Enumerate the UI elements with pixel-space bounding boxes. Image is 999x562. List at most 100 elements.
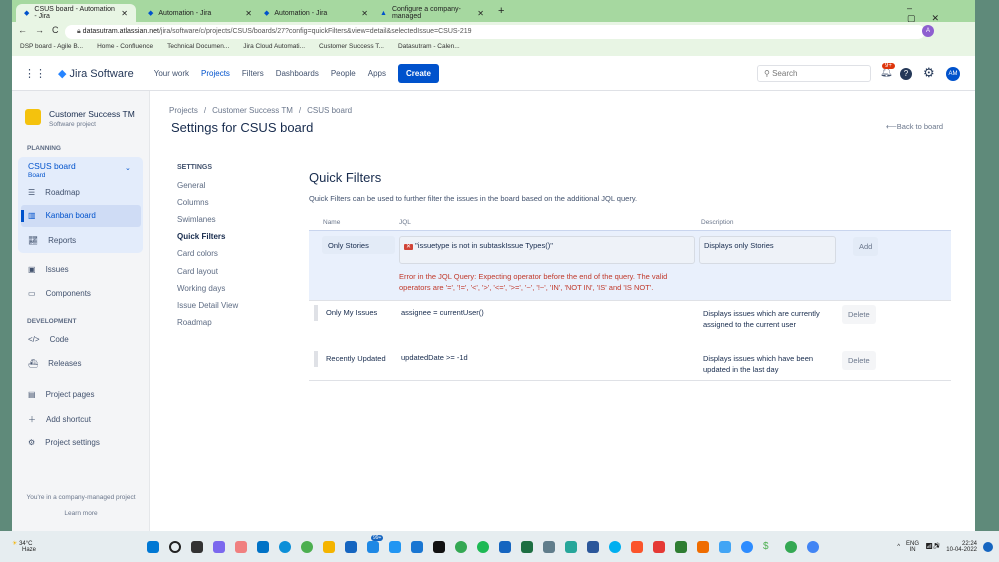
app-icon[interactable] (719, 540, 731, 553)
back-to-board-link[interactable]: ⟵Back to board (886, 122, 943, 131)
window-controls[interactable]: –▢✕ (907, 3, 975, 24)
create-button[interactable]: Create (398, 64, 439, 83)
sidebar-item-project-pages[interactable]: ▤ Project pages (28, 390, 94, 399)
settings-working-days[interactable]: Working days (177, 284, 225, 293)
project-name[interactable]: Customer Success TM (49, 109, 135, 119)
tab-automation-2[interactable]: ◆ Automation - Jira ✕ (256, 4, 376, 22)
app-icon[interactable] (389, 540, 401, 553)
calculator-icon[interactable] (543, 540, 555, 553)
nav-projects[interactable]: Projects (201, 69, 230, 78)
settings-quick-filters[interactable]: Quick Filters (177, 232, 225, 241)
app-icon[interactable] (653, 540, 665, 553)
chrome-icon[interactable] (785, 540, 797, 553)
breadcrumb-projects[interactable]: Projects (169, 106, 198, 115)
settings-columns[interactable]: Columns (177, 198, 209, 207)
clock[interactable]: 22:24 10-04-2022 (946, 541, 977, 553)
bookmark[interactable]: DSP board - Agile B... (20, 43, 83, 54)
profile-avatar[interactable]: A (922, 25, 934, 37)
sidebar-item-issues[interactable]: ▣ Issues (28, 265, 69, 274)
sidebar-item-code[interactable]: </> Code (28, 335, 69, 344)
chevron-down-icon[interactable]: ⌄ (125, 164, 131, 172)
spotify-icon[interactable] (477, 540, 489, 553)
filter-name-input[interactable]: Only Stories (322, 236, 395, 254)
wifi-volume-battery-icons[interactable]: 📶︎🔊︎ (925, 543, 940, 550)
app-icon[interactable] (213, 540, 225, 553)
word-icon[interactable] (587, 540, 599, 553)
breadcrumb-board[interactable]: CSUS board (307, 106, 352, 115)
bookmark[interactable]: Home - Confluence (97, 43, 153, 54)
search-input[interactable]: ⚲ Search (757, 65, 871, 82)
sidebar-item-components[interactable]: ▭ Components (28, 289, 91, 298)
tab-csus-board[interactable]: ◆ CSUS board - Automation - Jira ✕ (16, 4, 136, 22)
settings-roadmap[interactable]: Roadmap (177, 318, 212, 327)
sidebar-item-reports[interactable]: 📈︎ Reports (28, 236, 76, 245)
settings-swimlanes[interactable]: Swimlanes (177, 215, 216, 224)
tab-configure[interactable]: ▲ Configure a company-managed ✕ (372, 4, 492, 22)
edge-icon[interactable] (279, 540, 291, 553)
outlook-icon[interactable] (257, 540, 269, 553)
bookmark[interactable]: Datasutram - Calen... (398, 43, 460, 54)
nav-dashboards[interactable]: Dashboards (276, 69, 319, 78)
tab-automation-1[interactable]: ◆ Automation - Jira ✕ (140, 4, 260, 22)
app-icon[interactable] (499, 540, 511, 553)
zoom-icon[interactable] (741, 540, 753, 553)
drag-handle[interactable] (314, 351, 318, 367)
chrome-icon[interactable] (455, 540, 467, 553)
app-switcher-icon[interactable]: ⋮⋮ (24, 67, 46, 80)
app-icon[interactable]: $ (763, 541, 775, 553)
breadcrumb-project[interactable]: Customer Success TM (212, 106, 293, 115)
app-icon[interactable] (697, 540, 709, 553)
app-icon[interactable] (565, 540, 577, 553)
chevron-up-icon[interactable]: ^ (897, 544, 900, 550)
add-button[interactable]: Add (853, 237, 879, 256)
drag-handle[interactable] (314, 305, 318, 321)
sidebar-item-project-settings[interactable]: ⚙ Project settings (28, 438, 100, 447)
app-icon[interactable] (411, 540, 423, 553)
app-icon[interactable] (191, 540, 203, 553)
excel-icon[interactable] (521, 540, 533, 553)
jira-logo[interactable]: ◆ Jira Software (58, 67, 134, 80)
start-icon[interactable] (147, 540, 159, 553)
brave-icon[interactable] (631, 540, 643, 553)
nav-filters[interactable]: Filters (242, 69, 264, 78)
close-icon[interactable]: ✕ (121, 9, 128, 18)
nav-your-work[interactable]: Your work (154, 69, 189, 78)
app-icon[interactable] (235, 540, 247, 553)
settings-general[interactable]: General (177, 181, 205, 190)
help-icon[interactable]: ? (900, 68, 912, 80)
netflix-icon[interactable] (433, 540, 445, 553)
nav-people[interactable]: People (331, 69, 356, 78)
close-icon[interactable]: ✕ (245, 9, 252, 18)
bookmark[interactable]: Jira Cloud Automati... (243, 43, 305, 54)
delete-button[interactable]: Delete (842, 351, 876, 370)
store-icon[interactable] (345, 540, 357, 553)
nav-apps[interactable]: Apps (368, 69, 386, 78)
settings-card-layout[interactable]: Card layout (177, 267, 218, 276)
new-tab-button[interactable]: + (498, 5, 504, 17)
settings-issue-detail-view[interactable]: Issue Detail View (177, 301, 238, 310)
nav-buttons[interactable]: ←→C (18, 25, 67, 35)
folder-icon[interactable] (323, 540, 335, 553)
bookmark[interactable]: Technical Documen... (167, 43, 229, 54)
app-icon[interactable] (301, 540, 313, 553)
chrome-icon[interactable] (807, 540, 819, 553)
description-input[interactable]: Displays only Stories (699, 236, 836, 264)
language-indicator[interactable]: ENG IN (906, 541, 919, 553)
avatar[interactable]: AM (946, 67, 960, 81)
sidebar-item-add-shortcut[interactable]: ＋ Add shortcut (28, 414, 91, 425)
sidebar-item-releases[interactable]: ⛴ Releases (28, 359, 82, 368)
delete-button[interactable]: Delete (842, 305, 876, 324)
sidebar-item-kanban-board[interactable]: ▥ Kanban board (28, 211, 96, 220)
weather-widget[interactable]: ☀ 34°C Haze (12, 540, 132, 553)
notification-icon[interactable] (983, 541, 993, 552)
search-icon[interactable] (169, 540, 181, 553)
close-icon[interactable]: ✕ (361, 9, 368, 18)
sidebar-item-roadmap[interactable]: ☰ Roadmap (28, 188, 80, 197)
url-input[interactable]: 🔒︎ datasutram.atlassian.net/jira/softwar… (65, 25, 925, 39)
jql-input[interactable]: ✕ "issuetype is not in subtaskIssue Type… (399, 236, 695, 264)
learn-more-link[interactable]: Learn more (12, 510, 150, 517)
gear-icon[interactable]: ⚙ (923, 65, 935, 81)
settings-card-colors[interactable]: Card colors (177, 249, 218, 258)
bookmark[interactable]: Customer Success T... (319, 43, 384, 54)
skype-icon[interactable] (609, 540, 621, 553)
